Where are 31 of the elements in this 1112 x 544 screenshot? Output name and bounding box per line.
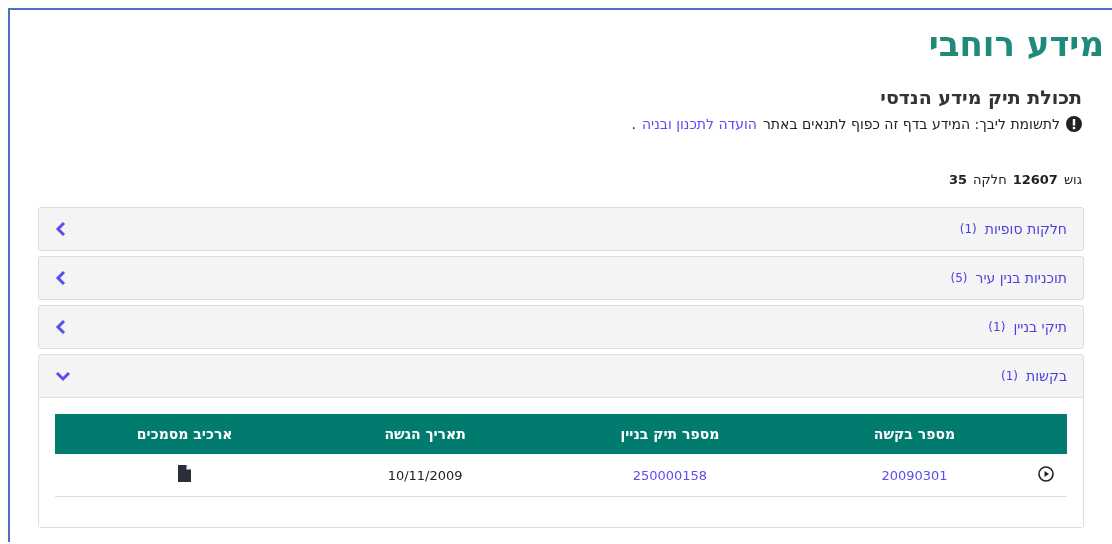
accordion-title: תיקי בניין [1013, 319, 1067, 335]
section-title: תכולת תיק מידע הנדסי [880, 86, 1082, 108]
helka-value: 35 [948, 172, 968, 187]
table-link[interactable]: 250000158 [632, 467, 708, 483]
chevron-left-icon[interactable] [55, 319, 67, 335]
table-cell: 10/11/2009 [387, 467, 463, 483]
gush-value: 12607 [1012, 172, 1058, 187]
period-text: . [631, 116, 636, 132]
helka-label: חלקה [973, 172, 1007, 187]
chevron-left-icon[interactable] [55, 270, 67, 286]
chevron-left-icon[interactable] [55, 221, 67, 237]
play-icon[interactable] [1038, 465, 1054, 482]
table-link[interactable]: 20090301 [881, 467, 948, 483]
count-text: (1) [1001, 369, 1019, 383]
count-text: (1) [959, 222, 977, 236]
accordion-title: תוכניות בנין עיר [975, 270, 1067, 286]
notice-text: לתשומת ליבך: המידע בדף זה כפוף לתנאים באתר [762, 116, 1060, 132]
column-header: מספר בקשה [873, 426, 956, 442]
committee-link[interactable]: הועדה לתכנון ובניה [641, 116, 757, 132]
document-icon[interactable] [178, 465, 192, 482]
column-header: תאריך הגשה [384, 426, 466, 442]
count-text: (1) [988, 320, 1006, 334]
gush-label: גוש [1063, 172, 1082, 187]
chevron-down-icon[interactable] [55, 370, 71, 382]
page-title: מידע רוחבי [928, 24, 1104, 64]
count-text: (5) [950, 271, 968, 285]
accordion-title: חלקות סופיות [984, 221, 1067, 237]
exclamation-icon [1066, 116, 1082, 132]
accordion-title: בקשות [1026, 368, 1067, 384]
column-header: מספר תיק בניין [620, 426, 720, 442]
column-header: ארכיב מסמכים [136, 426, 233, 442]
